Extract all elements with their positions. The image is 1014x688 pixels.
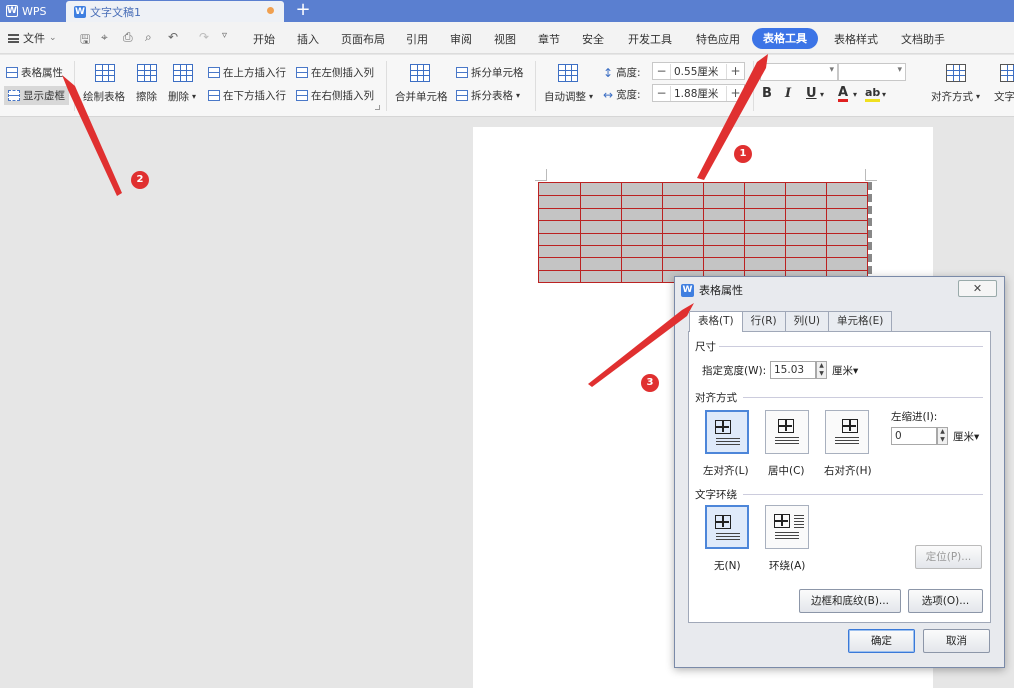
tab-table[interactable]: 表格(T) (689, 311, 743, 332)
annotation-arrows (62, 54, 768, 387)
arrow-3 (588, 303, 694, 387)
step-badge-1: 1 (734, 145, 752, 163)
step-badge-3: 3 (641, 374, 659, 392)
step-badge-2: 2 (131, 171, 149, 189)
arrow-2 (62, 75, 122, 196)
arrow-1 (697, 54, 768, 180)
